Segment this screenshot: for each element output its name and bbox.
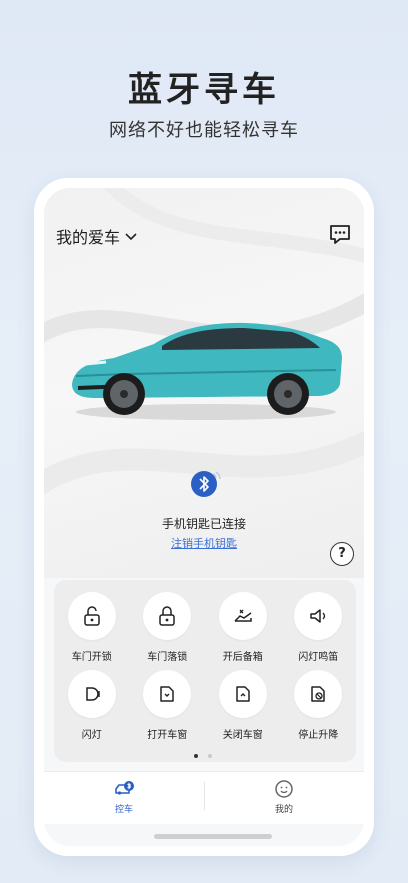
page-indicator [194, 754, 212, 758]
tab-label: 控车 [114, 804, 133, 815]
window-open-button[interactable] [143, 670, 192, 718]
promo-title: 蓝牙寻车 [128, 70, 280, 110]
promo-subtitle: 网络不好也能轻松寻车 [109, 120, 299, 141]
control-label: 开后备箱 [222, 652, 263, 663]
control-close-windows[interactable]: 关闭车窗 [205, 670, 281, 741]
control-stop-windows[interactable]: 停止升降 [281, 670, 357, 741]
control-open-windows[interactable]: 打开车窗 [130, 670, 206, 741]
car-image [72, 322, 342, 420]
control-flash-horn[interactable]: 闪灯鸣笛 [281, 592, 357, 663]
window-stop-button[interactable] [294, 670, 343, 718]
control-flash-lights[interactable]: 闪灯 [54, 670, 130, 741]
help-button[interactable]: ? [330, 542, 354, 566]
headlight-button[interactable] [67, 670, 116, 718]
lock-button[interactable] [143, 592, 192, 640]
tab-profile[interactable]: 我的 [204, 772, 364, 820]
car-hero: 我的爱车 手机钥匙已连接 注销手机钥匙 ? [44, 188, 364, 578]
home-indicator [154, 834, 272, 839]
controls-grid: 车门开锁 车门落锁 开后备箱 闪灯鸣笛 闪灯 打开车窗 关闭车窗 停止升降 [54, 592, 357, 741]
control-label: 车门开锁 [71, 652, 112, 663]
page-dot-active[interactable] [194, 754, 198, 758]
key-status-text: 手机钥匙已连接 [161, 517, 246, 531]
revoke-key-link[interactable]: 注销手机钥匙 [44, 535, 364, 551]
control-label: 停止升降 [298, 730, 339, 741]
bluetooth-icon [191, 471, 221, 497]
control-unlock-doors[interactable]: 车门开锁 [54, 592, 130, 663]
tab-car-control[interactable]: 控车 [44, 772, 204, 820]
control-label: 闪灯鸣笛 [298, 652, 339, 663]
control-lock-doors[interactable]: 车门落锁 [130, 592, 206, 663]
control-label: 闪灯 [81, 730, 102, 741]
control-label: 关闭车窗 [222, 730, 263, 741]
unlock-icon [84, 606, 100, 626]
window-open-icon [160, 686, 174, 702]
car-control-icon [115, 780, 134, 795]
window-stop-icon [311, 686, 325, 702]
app-screen: 我的爱车 手机钥匙已连接 注销手机钥匙 ? 车门开锁 车门落锁 开后备箱 闪灯鸣… [44, 188, 364, 846]
page-dot[interactable] [208, 754, 212, 758]
lock-icon [159, 606, 175, 626]
control-open-trunk[interactable]: 开后备箱 [205, 592, 281, 663]
message-icon[interactable] [328, 222, 352, 246]
control-label: 车门落锁 [147, 652, 188, 663]
window-close-button[interactable] [218, 670, 267, 718]
my-car-selector[interactable]: 我的爱车 [56, 224, 138, 248]
profile-icon [275, 779, 293, 798]
trunk-icon [234, 609, 252, 622]
unlock-button[interactable] [67, 592, 116, 640]
tab-label: 我的 [274, 804, 293, 815]
chevron-down-icon [125, 233, 137, 241]
horn-button[interactable] [294, 592, 343, 640]
my-car-title: 我的爱车 [56, 228, 121, 247]
horn-icon [310, 609, 326, 623]
trunk-button[interactable] [218, 592, 267, 640]
control-label: 打开车窗 [147, 730, 188, 741]
headlight-icon [86, 687, 100, 701]
bottom-tab-bar: 控车 我的 [44, 771, 364, 824]
window-close-icon [236, 686, 250, 702]
controls-panel: 车门开锁 车门落锁 开后备箱 闪灯鸣笛 闪灯 打开车窗 关闭车窗 停止升降 [54, 580, 356, 762]
phone-frame: 我的爱车 手机钥匙已连接 注销手机钥匙 ? 车门开锁 车门落锁 开后备箱 闪灯鸣… [34, 178, 374, 856]
